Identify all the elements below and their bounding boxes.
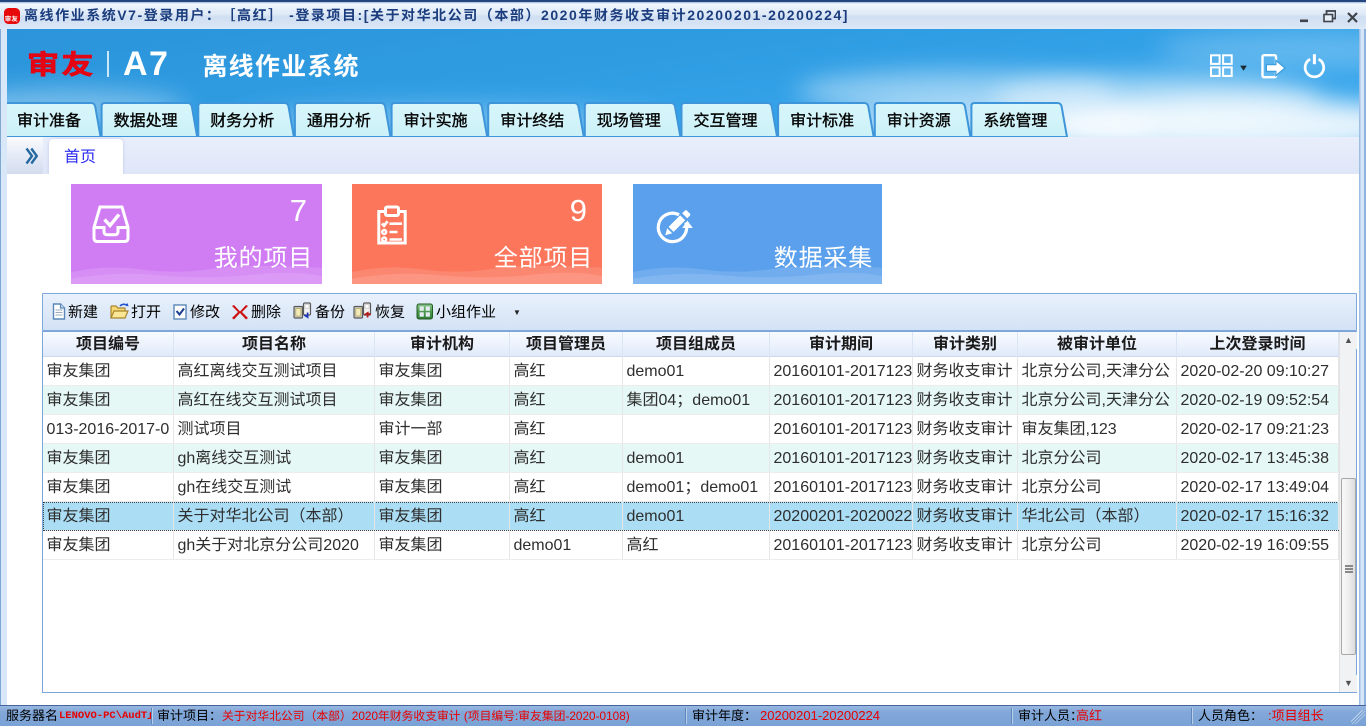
svg-text:系统管理: 系统管理: [983, 112, 1047, 130]
svg-text:财务分析: 财务分析: [210, 112, 274, 130]
svg-text:数据处理: 数据处理: [114, 112, 178, 130]
svg-text:现场管理: 现场管理: [597, 112, 661, 130]
svg-text:审计准备: 审计准备: [17, 112, 81, 130]
svg-text:审计标准: 审计标准: [790, 112, 854, 130]
svg-text:审计实施: 审计实施: [404, 112, 468, 130]
svg-text:交互管理: 交互管理: [693, 112, 757, 130]
svg-text:通用分析: 通用分析: [307, 112, 371, 130]
svg-text:审计资源: 审计资源: [887, 112, 951, 130]
svg-text:审计终结: 审计终结: [500, 112, 564, 130]
